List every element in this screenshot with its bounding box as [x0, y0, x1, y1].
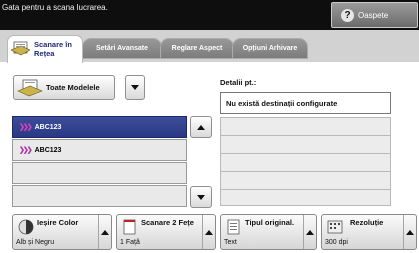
- two-sided-scan-title: Scanare 2 Fețe: [141, 218, 194, 227]
- templates-dropdown-button[interactable]: [125, 75, 145, 100]
- original-type-value: Text: [224, 239, 237, 246]
- original-type-button[interactable]: Tipul original. Text: [220, 214, 317, 250]
- template-row[interactable]: [12, 185, 187, 207]
- resolution-icon: [327, 220, 343, 234]
- arrow-up-icon: [205, 229, 213, 235]
- original-type-title: Tipul original.: [245, 218, 295, 227]
- tab-filing-options[interactable]: Opțiuni Arhivare: [232, 38, 308, 59]
- resolution-value: 300 dpi: [325, 239, 348, 246]
- arrow-up-icon: [406, 229, 414, 235]
- chevron-down-icon: [131, 85, 139, 90]
- document-icon: [227, 219, 240, 235]
- destination-list: Nu există destinații configurate: [220, 92, 391, 206]
- destination-row[interactable]: [220, 117, 391, 136]
- color-icon: [18, 219, 34, 235]
- arrow-up-icon: [197, 124, 205, 130]
- destination-row[interactable]: [220, 153, 391, 172]
- templates-icon: [17, 79, 43, 96]
- output-color-title: Ieșire Color: [37, 218, 79, 227]
- arrow-up-icon-wrap: [403, 215, 416, 249]
- template-row[interactable]: [12, 162, 187, 184]
- template-row-label: ABC123: [34, 146, 62, 154]
- resolution-title: Rezoluție: [350, 218, 384, 227]
- arrow-up-icon-wrap: [303, 215, 316, 249]
- arrow-up-icon: [101, 229, 109, 235]
- destination-row[interactable]: [220, 135, 391, 154]
- chevron-right-icon: ❯❯❯: [19, 147, 33, 154]
- duplex-icon: [123, 219, 136, 235]
- details-label: Detalii pt.:: [220, 78, 257, 87]
- template-row[interactable]: ❯❯❯ ABC123: [12, 139, 187, 161]
- status-message: Gata pentru a scana lucrarea.: [2, 3, 108, 12]
- status-bar: Gata pentru a scana lucrarea. ? Oaspete: [0, 0, 419, 30]
- help-icon: ?: [341, 8, 354, 22]
- output-color-value: Alb și Negru: [16, 239, 55, 246]
- scroll-up-button[interactable]: [190, 116, 212, 138]
- scan-icon: [11, 41, 30, 56]
- tab-advanced-settings[interactable]: Setări Avansate: [82, 38, 162, 59]
- all-templates-button[interactable]: Toate Modelele: [13, 75, 115, 100]
- arrow-up-icon: [306, 229, 314, 235]
- output-color-button[interactable]: Ieșire Color Alb și Negru: [12, 214, 112, 250]
- all-templates-label: Toate Modelele: [46, 83, 100, 92]
- destination-row[interactable]: [220, 171, 391, 190]
- destination-row[interactable]: Nu există destinații configurate: [220, 92, 391, 114]
- two-sided-scan-value: 1 Față: [120, 239, 140, 246]
- tab-network-scan[interactable]: Scanare în Rețea: [7, 35, 83, 63]
- arrow-up-icon-wrap: [98, 215, 111, 249]
- tab-strip: Scanare în Rețea Setări Avansate Reglare…: [0, 30, 419, 63]
- destination-row[interactable]: [220, 189, 391, 206]
- template-list: ❯❯❯ ABC123 ❯❯❯ ABC123: [12, 116, 187, 208]
- two-sided-scan-button[interactable]: Scanare 2 Fețe 1 Față: [116, 214, 216, 250]
- tab-network-scan-label: Scanare în Rețea: [34, 40, 72, 58]
- chevron-right-icon: ❯❯❯: [19, 124, 33, 131]
- template-row[interactable]: ❯❯❯ ABC123: [12, 116, 187, 138]
- template-row-label: ABC123: [34, 123, 62, 131]
- guest-login-button[interactable]: ? Oaspete: [331, 2, 418, 28]
- main-panel: Toate Modelele Detalii pt.: Nu există de…: [0, 62, 419, 253]
- resolution-button[interactable]: Rezoluție 300 dpi: [321, 214, 417, 250]
- tab-layout-adjustment[interactable]: Reglare Aspect: [160, 38, 234, 59]
- guest-label: Oaspete: [358, 10, 389, 20]
- arrow-down-icon: [197, 194, 205, 200]
- arrow-up-icon-wrap: [202, 215, 215, 249]
- scroll-down-button[interactable]: [190, 186, 212, 208]
